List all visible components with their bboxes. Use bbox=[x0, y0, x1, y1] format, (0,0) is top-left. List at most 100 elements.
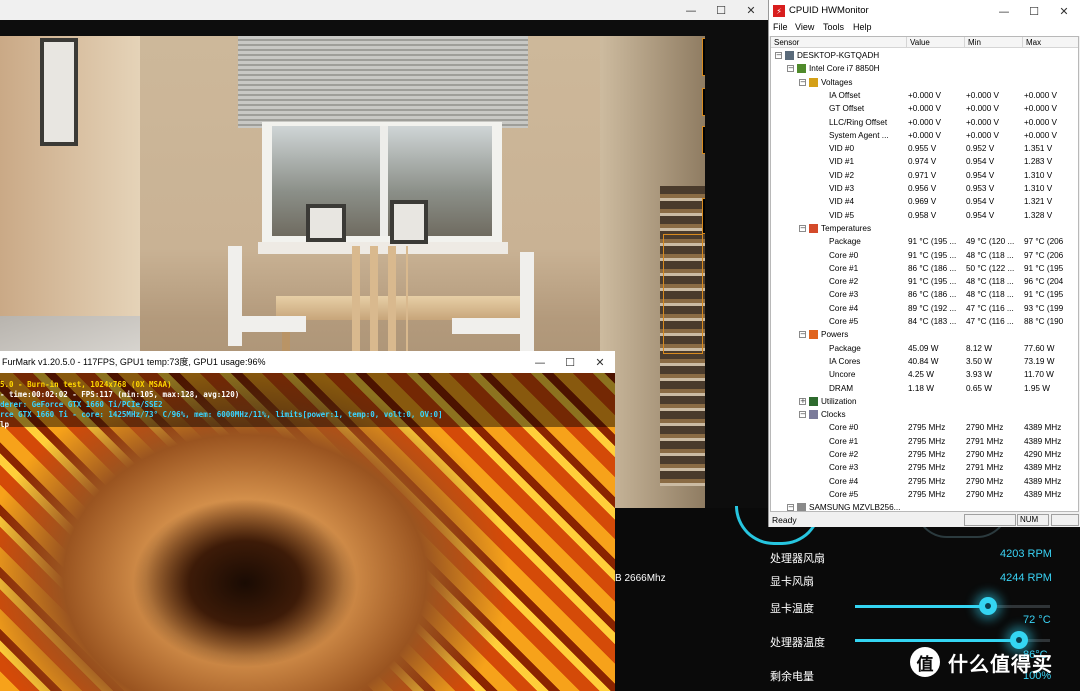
minimize-button[interactable]: — bbox=[525, 352, 555, 372]
sensor-row[interactable]: Package 45.09 W 8.12 W 77.60 W bbox=[771, 342, 1078, 355]
sensor-row[interactable]: + Utilization bbox=[771, 395, 1078, 408]
close-button[interactable]: ✕ bbox=[736, 0, 766, 20]
sensor-row[interactable]: Core #1 86 °C (186 ... 50 °C (122 ... 91 °C… bbox=[771, 262, 1078, 275]
sensor-row[interactable]: − DESKTOP-KGTQADH bbox=[771, 49, 1078, 62]
brand-text: 什么值得买 bbox=[948, 653, 1053, 676]
tree-collapse-toggle[interactable]: − bbox=[775, 52, 782, 59]
menu-file[interactable]: File bbox=[773, 22, 788, 32]
sensor-min: 2790 MHz bbox=[966, 489, 1004, 499]
sensor-min: 2791 MHz bbox=[966, 463, 1004, 473]
tree-expand-toggle[interactable]: + bbox=[799, 397, 806, 405]
sensor-value: 45.09 W bbox=[908, 343, 939, 353]
sensor-value: 91 °C (195 ... bbox=[908, 237, 957, 247]
sensor-row[interactable]: System Agent ... +0.000 V +0.000 V +0.000 V bbox=[771, 129, 1078, 142]
furmark-window: FurMark v1.20.5.0 - 117FPS, GPU1 temp:73… bbox=[0, 351, 615, 691]
furmark-titlebar[interactable]: FurMark v1.20.5.0 - 117FPS, GPU1 temp:73… bbox=[0, 351, 615, 373]
sensor-row[interactable]: Core #2 2795 MHz 2790 MHz 4290 MHz bbox=[771, 448, 1078, 461]
sensor-value: 2795 MHz bbox=[908, 450, 946, 459]
column-header-value[interactable]: Value bbox=[907, 37, 965, 48]
sensor-row[interactable]: LLC/Ring Offset +0.000 V +0.000 V +0.000 V bbox=[771, 116, 1078, 129]
sensor-row[interactable]: VID #5 0.958 V 0.954 V 1.328 V bbox=[771, 209, 1078, 222]
tree-collapse-toggle[interactable]: − bbox=[787, 65, 794, 73]
column-header-min[interactable]: Min bbox=[965, 37, 1023, 48]
sensor-row[interactable]: Core #1 2795 MHz 2791 MHz 4389 MHz bbox=[771, 435, 1078, 448]
menu-view[interactable]: View bbox=[795, 22, 814, 32]
sensor-row[interactable]: − Powers bbox=[771, 328, 1078, 341]
cpuid-app-icon: ⚡ bbox=[773, 5, 785, 17]
maximize-button[interactable]: ☐ bbox=[555, 352, 585, 372]
sensor-min: +0.000 V bbox=[966, 117, 1000, 127]
furmark-info-line: - time:00:02:02 - FPS:117 (min:105, max:… bbox=[0, 390, 240, 399]
sensor-label: Clocks bbox=[821, 410, 846, 420]
sensor-row[interactable]: Core #0 2795 MHz 2790 MHz 4389 MHz bbox=[771, 421, 1078, 434]
brand-watermark: 值 什么值得买 bbox=[910, 646, 1053, 678]
menu-help[interactable]: Help bbox=[853, 22, 872, 32]
sensor-label: Package bbox=[829, 343, 861, 353]
sensor-row[interactable]: VID #1 0.974 V 0.954 V 1.283 V bbox=[771, 155, 1078, 168]
render-window-titlebar[interactable]: — ☐ ✕ bbox=[0, 0, 770, 20]
gpu-temp-knob[interactable] bbox=[979, 597, 997, 615]
column-header-max[interactable]: Max bbox=[1023, 37, 1078, 48]
sensor-value: 2795 MHz bbox=[908, 489, 946, 499]
sensor-label: Core #2 bbox=[829, 277, 859, 287]
tree-collapse-toggle[interactable]: − bbox=[799, 331, 806, 339]
sensor-min: +0.000 V bbox=[966, 104, 1000, 114]
close-button[interactable]: ✕ bbox=[585, 352, 615, 372]
menu-tools[interactable]: Tools bbox=[823, 22, 844, 32]
hwmonitor-window: ⚡ CPUID HWMonitor — ☐ ✕ File View Tools … bbox=[768, 0, 1080, 527]
sensor-row[interactable]: − Intel Core i7 8850H bbox=[771, 62, 1078, 75]
sensor-min: +0.000 V bbox=[966, 130, 1000, 140]
sensor-value: 1.18 W bbox=[908, 383, 934, 393]
sensor-label: Core #4 bbox=[829, 476, 859, 486]
sensor-row[interactable]: Core #5 84 °C (183 ... 47 °C (116 ... 88 °C… bbox=[771, 315, 1078, 328]
sensor-row[interactable]: VID #4 0.969 V 0.954 V 1.321 V bbox=[771, 195, 1078, 208]
sensor-value: +0.000 V bbox=[908, 117, 942, 127]
status-panel bbox=[1051, 514, 1079, 526]
tree-collapse-toggle[interactable]: − bbox=[787, 504, 794, 511]
furmark-info-line: 5.0 - Burn-in test, 1024x768 (0X MSAA) bbox=[0, 380, 172, 389]
hwmonitor-titlebar[interactable]: ⚡ CPUID HWMonitor — ☐ ✕ bbox=[769, 0, 1080, 22]
close-button[interactable]: ✕ bbox=[1049, 1, 1079, 21]
sensor-row[interactable]: IA Cores 40.84 W 3.50 W 73.19 W bbox=[771, 355, 1078, 368]
sensor-max: 93 °C (199 bbox=[1024, 303, 1064, 313]
minimize-button[interactable]: — bbox=[676, 0, 706, 20]
sensor-row[interactable]: VID #2 0.971 V 0.954 V 1.310 V bbox=[771, 169, 1078, 182]
tree-collapse-toggle[interactable]: − bbox=[799, 224, 806, 232]
tree-collapse-toggle[interactable]: − bbox=[799, 78, 806, 86]
cpu-temp-fill bbox=[855, 639, 1019, 642]
gpu-temp-label: 显卡温度 bbox=[770, 603, 814, 615]
sensor-row[interactable]: VID #0 0.955 V 0.952 V 1.351 V bbox=[771, 142, 1078, 155]
sensor-row[interactable]: Core #3 86 °C (186 ... 48 °C (118 ... 91 °C… bbox=[771, 288, 1078, 301]
sensor-row[interactable]: Core #2 91 °C (195 ... 48 °C (118 ... 96 °C… bbox=[771, 275, 1078, 288]
sensor-row[interactable]: DRAM 1.18 W 0.65 W 1.95 W bbox=[771, 382, 1078, 395]
sensor-max: 97 °C (206 bbox=[1024, 250, 1064, 260]
tree-collapse-toggle[interactable]: − bbox=[799, 411, 806, 419]
gpu-temp-fill bbox=[855, 605, 988, 608]
sensor-row[interactable]: − SAMSUNG MZVLB256... bbox=[771, 501, 1078, 511]
sensor-max: +0.000 V bbox=[1024, 104, 1058, 114]
sensor-row[interactable]: VID #3 0.956 V 0.953 V 1.310 V bbox=[771, 182, 1078, 195]
sensor-row[interactable]: Uncore 4.25 W 3.93 W 11.70 W bbox=[771, 368, 1078, 381]
sensor-row[interactable]: IA Offset +0.000 V +0.000 V +0.000 V bbox=[771, 89, 1078, 102]
sensor-label: Uncore bbox=[829, 370, 856, 380]
maximize-button[interactable]: ☐ bbox=[1019, 1, 1049, 21]
sensor-min: 48 °C (118 ... bbox=[966, 277, 1014, 287]
sensor-row[interactable]: − Temperatures bbox=[771, 222, 1078, 235]
sensor-row[interactable]: Package 91 °C (195 ... 49 °C (120 ... 97 °C… bbox=[771, 235, 1078, 248]
column-header-sensor[interactable]: Sensor bbox=[771, 37, 907, 48]
sensor-row[interactable]: Core #0 91 °C (195 ... 48 °C (118 ... 97 °C… bbox=[771, 249, 1078, 262]
sensor-row[interactable]: GT Offset +0.000 V +0.000 V +0.000 V bbox=[771, 102, 1078, 115]
cpu-fan-label: 处理器风扇 bbox=[770, 553, 825, 565]
sensor-row[interactable]: − Voltages bbox=[771, 76, 1078, 89]
sensor-value: 2795 MHz bbox=[908, 436, 946, 446]
minimize-button[interactable]: — bbox=[989, 1, 1019, 21]
sensor-row[interactable]: Core #4 2795 MHz 2790 MHz 4389 MHz bbox=[771, 475, 1078, 488]
sensor-row[interactable]: Core #5 2795 MHz 2790 MHz 4389 MHz bbox=[771, 488, 1078, 501]
memory-info: B 2666Mhz bbox=[615, 573, 666, 584]
cpu-fan-value: 4203 RPM bbox=[1000, 548, 1052, 560]
sensor-row[interactable]: Core #4 89 °C (192 ... 47 °C (116 ... 93 °C… bbox=[771, 302, 1078, 315]
maximize-button[interactable]: ☐ bbox=[706, 0, 736, 20]
sensor-min: 0.954 V bbox=[966, 170, 995, 180]
sensor-row[interactable]: − Clocks bbox=[771, 408, 1078, 421]
sensor-row[interactable]: Core #3 2795 MHz 2791 MHz 4389 MHz bbox=[771, 461, 1078, 474]
